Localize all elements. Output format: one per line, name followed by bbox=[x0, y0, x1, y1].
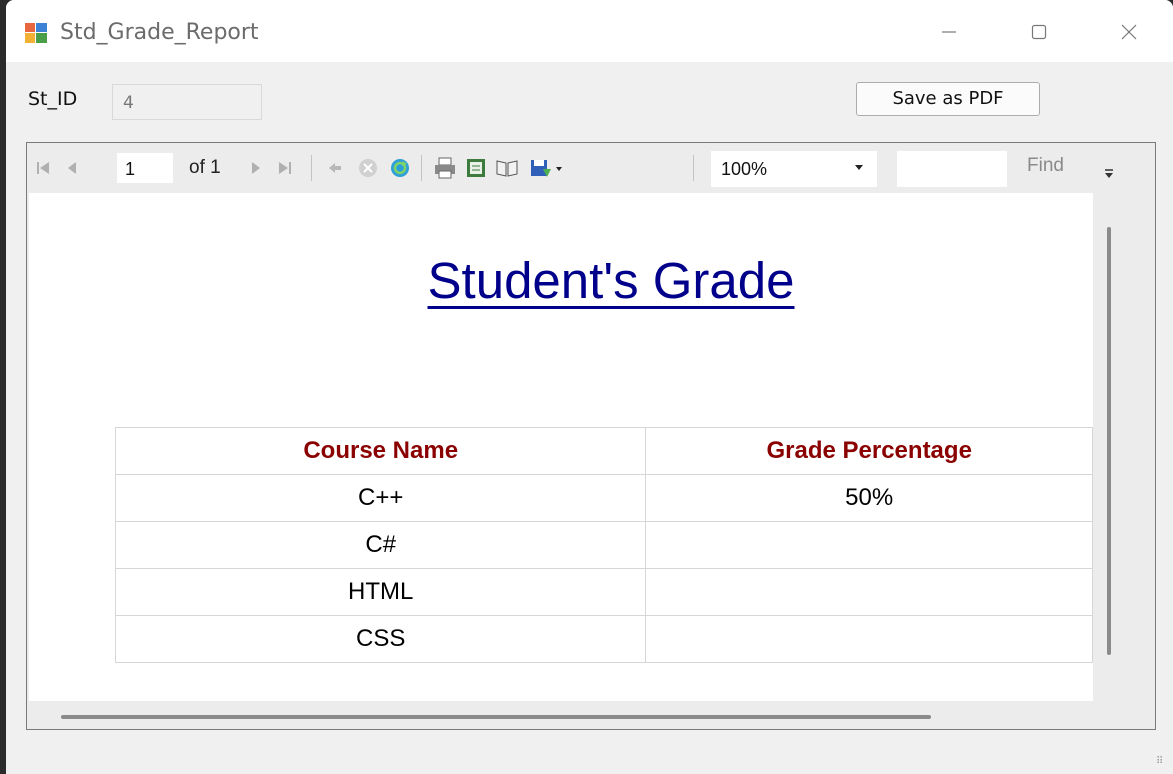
horizontal-scrollbar[interactable] bbox=[61, 715, 931, 719]
first-page-icon[interactable] bbox=[35, 155, 51, 181]
next-page-icon[interactable] bbox=[249, 155, 263, 181]
close-button[interactable] bbox=[1104, 10, 1154, 54]
table-row: C# bbox=[114, 521, 1093, 569]
grade-percentage-cell bbox=[645, 568, 1093, 616]
report-window: Std_Grade_Report St_ID 4 Save as PDF 1 o… bbox=[6, 0, 1173, 774]
previous-page-icon[interactable] bbox=[65, 155, 79, 181]
table-header-row: Course Name Grade Percentage bbox=[114, 427, 1093, 475]
st-id-label: St_ID bbox=[28, 88, 78, 110]
column-header-course-name: Course Name bbox=[114, 427, 647, 475]
grades-table: Course Name Grade Percentage C++ 50% C# bbox=[114, 427, 1093, 663]
refresh-icon[interactable] bbox=[389, 155, 411, 181]
page-setup-icon[interactable] bbox=[495, 155, 519, 181]
grade-percentage-cell bbox=[645, 615, 1093, 663]
report-content: Student's Grade Course Name Grade Percen… bbox=[29, 193, 1093, 701]
window-title: Std_Grade_Report bbox=[60, 20, 259, 45]
minimize-button[interactable] bbox=[924, 10, 974, 54]
column-header-grade-percentage: Grade Percentage bbox=[645, 427, 1093, 475]
toolbar-overflow-icon[interactable] bbox=[1103, 167, 1115, 181]
grade-percentage-cell: 50% bbox=[645, 474, 1093, 522]
back-icon[interactable] bbox=[327, 155, 343, 181]
toolbar-separator bbox=[693, 155, 694, 181]
print-layout-icon[interactable] bbox=[465, 155, 487, 181]
last-page-icon[interactable] bbox=[277, 155, 293, 181]
vertical-scrollbar[interactable] bbox=[1107, 227, 1111, 655]
table-row: C++ 50% bbox=[114, 474, 1093, 522]
report-viewer: 1 of 1 100% Find Student's Grade Course … bbox=[26, 142, 1156, 730]
table-row: HTML bbox=[114, 568, 1093, 616]
report-toolbar: 1 of 1 100% Find bbox=[27, 143, 1155, 193]
course-name-cell: C++ bbox=[114, 474, 647, 522]
report-title: Student's Grade bbox=[427, 252, 795, 309]
print-icon[interactable] bbox=[433, 155, 457, 181]
chevron-down-icon[interactable] bbox=[855, 165, 863, 170]
toolbar-separator bbox=[421, 155, 422, 181]
maximize-button[interactable] bbox=[1014, 10, 1064, 54]
title-bar[interactable]: Std_Grade_Report bbox=[6, 0, 1173, 62]
grade-percentage-cell bbox=[645, 521, 1093, 569]
table-row: CSS bbox=[114, 615, 1093, 663]
find-input[interactable] bbox=[897, 151, 1007, 187]
save-as-pdf-button[interactable]: Save as PDF bbox=[856, 82, 1040, 116]
find-button[interactable]: Find bbox=[1027, 155, 1064, 177]
resize-grip-icon[interactable]: ⠿ bbox=[1156, 756, 1163, 767]
app-form-icon bbox=[24, 22, 48, 44]
course-name-cell: CSS bbox=[114, 615, 647, 663]
stop-icon[interactable] bbox=[357, 155, 379, 181]
zoom-select[interactable]: 100% bbox=[711, 151, 877, 187]
current-page-input[interactable]: 1 bbox=[117, 153, 173, 183]
st-id-input[interactable]: 4 bbox=[112, 84, 262, 120]
course-name-cell: HTML bbox=[114, 568, 647, 616]
export-icon[interactable] bbox=[529, 155, 563, 181]
page-count-label: of 1 bbox=[189, 157, 221, 178]
toolbar-separator bbox=[311, 155, 312, 181]
course-name-cell: C# bbox=[114, 521, 647, 569]
report-page: Student's Grade Course Name Grade Percen… bbox=[29, 193, 1093, 701]
